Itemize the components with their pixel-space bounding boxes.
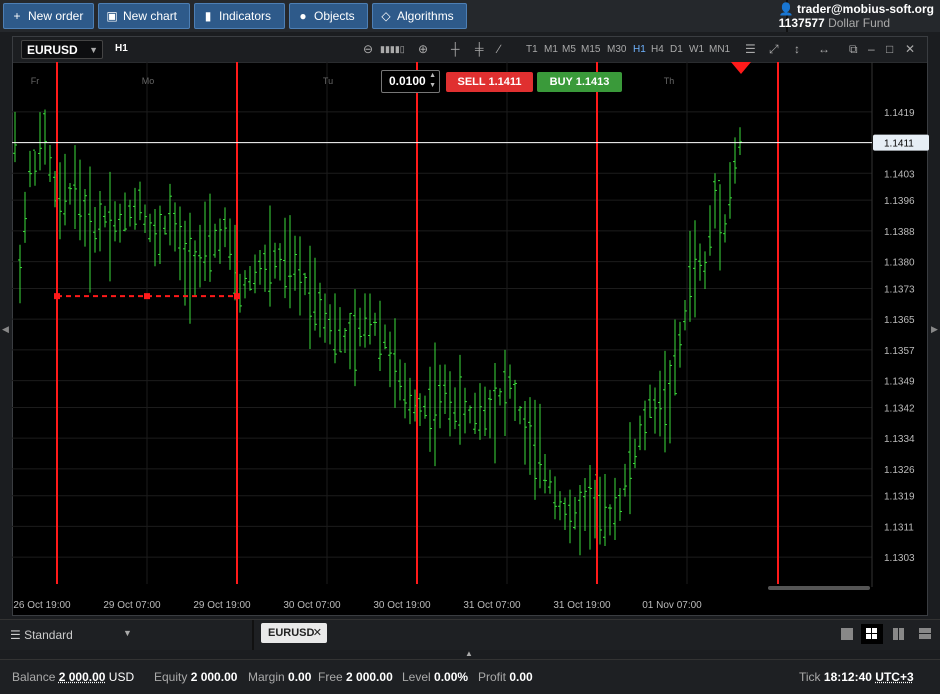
account-fund: Dollar Fund xyxy=(828,16,891,30)
sell-label: SELL xyxy=(457,76,486,88)
account-info[interactable]: 👤 trader@mobius-soft.org 1137577 Dollar … xyxy=(779,2,934,30)
zoom-out-icon[interactable]: ⊖ xyxy=(363,42,373,56)
timeframe-label: H1 xyxy=(115,43,128,54)
indicators-label: Indicators xyxy=(219,9,272,23)
algorithms-icon: ◇ xyxy=(381,9,391,23)
bottom-bar: ☰ Standard ▼ xyxy=(0,619,940,650)
profit: Profit 0.00 xyxy=(478,670,533,684)
detach-icon[interactable]: ⧉ xyxy=(849,42,858,57)
chevron-down-icon[interactable]: ▼ xyxy=(123,628,132,638)
tf-m30[interactable]: M30 xyxy=(607,44,626,55)
margin: Margin 0.00 xyxy=(248,670,312,684)
chart-settings-icon[interactable]: ☰ xyxy=(745,42,756,56)
equity-value: 2 000.00 xyxy=(190,670,238,684)
tab-label: EURUSD xyxy=(268,627,315,639)
balance: Balance 2 000.00 USD xyxy=(12,670,135,684)
profit-value: 0.00 xyxy=(509,670,533,684)
layout-single-icon[interactable] xyxy=(837,624,859,644)
symbol-select[interactable]: EURUSD ▼ xyxy=(21,40,103,59)
expand-panel-icon[interactable]: ▲ xyxy=(465,649,473,658)
tf-h4[interactable]: H4 xyxy=(651,44,664,55)
status-bar: Balance 2 000.00 USD Equity 2 000.00 Mar… xyxy=(0,659,940,694)
horizontal-scale-icon[interactable]: ↔ xyxy=(818,42,830,56)
sell-price: 1.1411 xyxy=(488,76,522,88)
objects-button[interactable]: ● Objects xyxy=(289,3,368,29)
buy-price: 1.1413 xyxy=(575,76,610,88)
layout-columns-icon[interactable] xyxy=(888,624,910,644)
layout-rows-icon[interactable] xyxy=(914,624,936,644)
zoom-in-icon[interactable]: ⊕ xyxy=(418,42,428,56)
margin-value: 0.00 xyxy=(288,670,312,684)
main-toolbar: + New order ▣ New chart ▮ Indicators ● Objec… xyxy=(0,0,940,32)
bars-type-icon[interactable]: ┼ xyxy=(451,42,460,56)
indicators-icon: ▮ xyxy=(204,9,212,23)
stepper-icon[interactable]: ▲ ▼ xyxy=(429,71,436,91)
tf-mn1[interactable]: MN1 xyxy=(709,44,730,55)
algorithms-label: Algorithms xyxy=(397,9,454,23)
objects-label: Objects xyxy=(314,9,355,23)
tf-m1[interactable]: M1 xyxy=(544,44,558,55)
template-select[interactable]: ☰ Standard xyxy=(10,628,73,642)
left-collapse-icon[interactable]: ◀ xyxy=(2,324,9,335)
free-value: 2 000.00 xyxy=(346,670,393,684)
buy-label: BUY xyxy=(549,76,573,88)
zoom-slider[interactable]: ▮▮▮▮▯ xyxy=(380,44,405,55)
tick-time: Tick 18:12:40 UTC+3 xyxy=(799,670,914,684)
close-icon[interactable]: ✕ xyxy=(905,42,915,56)
vertical-scale-icon[interactable]: ↕ xyxy=(794,42,800,56)
close-tab-icon[interactable]: ✕ xyxy=(313,623,322,643)
tf-h1[interactable]: H1 xyxy=(633,44,646,55)
indicators-button[interactable]: ▮ Indicators xyxy=(194,3,285,29)
bottom-divider xyxy=(252,620,254,650)
sell-button[interactable]: SELL 1.1411 xyxy=(446,72,533,92)
right-collapse-icon[interactable]: ▶ xyxy=(931,324,938,335)
layout-grid-icon[interactable] xyxy=(861,624,883,644)
objects-icon: ● xyxy=(299,9,307,23)
new-chart-label: New chart xyxy=(123,9,178,23)
balance-value: 2 000.00 xyxy=(58,670,106,684)
volume-input[interactable]: 0.0100 ▲ ▼ xyxy=(381,70,440,93)
chevron-down-icon: ▼ xyxy=(89,45,98,55)
candles-type-icon[interactable]: ╪ xyxy=(475,42,484,56)
equity: Equity 2 000.00 xyxy=(154,670,238,684)
chart-header: EURUSD ▼ H1 ⊖ ▮▮▮▮▯ ⊕ ┼ ╪ ∕ T1 M1 M5 M15 M30 H… xyxy=(13,37,927,63)
time-value: 18:12:40 xyxy=(823,670,872,684)
tf-d1[interactable]: D1 xyxy=(670,44,683,55)
tf-m5[interactable]: M5 xyxy=(562,44,576,55)
free: Free 2 000.00 xyxy=(318,670,393,684)
chart-icon: ▣ xyxy=(106,9,118,23)
buy-button[interactable]: BUY 1.1413 xyxy=(537,72,622,92)
minimize-icon[interactable]: – xyxy=(868,42,875,56)
tf-t1[interactable]: T1 xyxy=(526,44,538,55)
account-id: 1137577 xyxy=(778,16,825,30)
algorithms-button[interactable]: ◇ Algorithms xyxy=(372,3,467,29)
volume-value: 0.0100 xyxy=(389,74,426,88)
new-chart-button[interactable]: ▣ New chart xyxy=(98,3,190,29)
chart-window: EURUSD ▼ H1 ⊖ ▮▮▮▮▯ ⊕ ┼ ╪ ∕ T1 M1 M5 M15 M30 H… xyxy=(12,36,928,616)
tab-eurusd[interactable]: EURUSD ✕ xyxy=(261,623,327,643)
account-user: trader@mobius-soft.org xyxy=(796,2,934,16)
timezone-select[interactable]: UTC+3 xyxy=(875,670,913,684)
new-order-button[interactable]: + New order xyxy=(3,3,94,29)
user-icon: 👤 xyxy=(778,2,794,16)
plus-icon: + xyxy=(13,9,21,23)
line-type-icon[interactable]: ∕ xyxy=(498,42,500,56)
tf-m15[interactable]: M15 xyxy=(581,44,600,55)
autoscroll-icon[interactable]: ⤢ xyxy=(769,42,779,57)
symbol-label: EURUSD xyxy=(27,43,78,57)
level: Level 0.00% xyxy=(402,670,469,684)
level-value: 0.00% xyxy=(434,670,469,684)
tf-w1[interactable]: W1 xyxy=(689,44,704,55)
new-order-label: New order xyxy=(28,9,84,23)
template-label: Standard xyxy=(24,628,73,642)
maximize-icon[interactable]: □ xyxy=(886,42,893,56)
